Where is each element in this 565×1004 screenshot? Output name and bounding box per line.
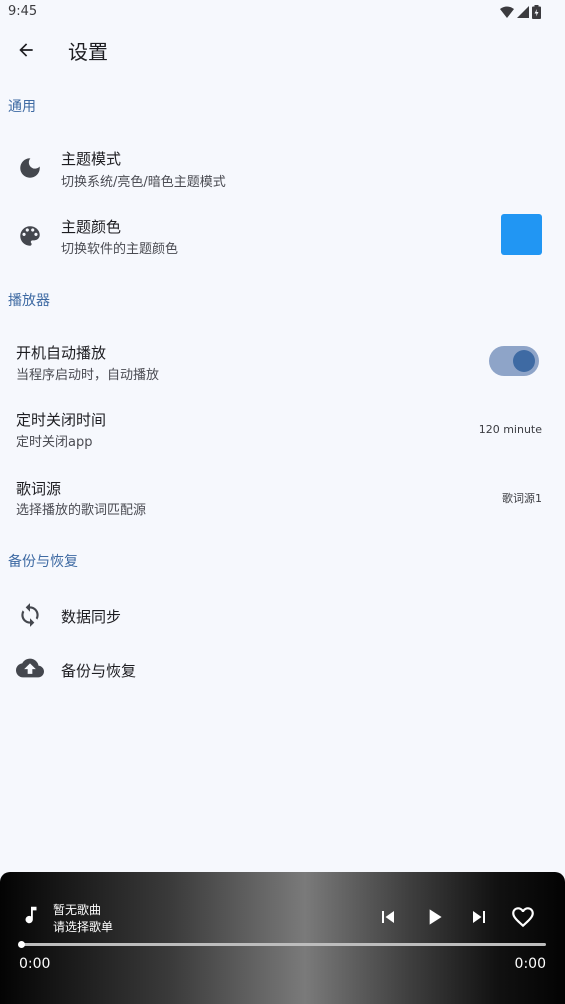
autoplay-toggle[interactable] — [489, 346, 539, 376]
theme-color-subtitle: 切换软件的主题颜色 — [61, 242, 179, 257]
theme-color-swatch[interactable] — [501, 214, 542, 255]
status-time: 9:45 — [8, 4, 38, 19]
favorite-button[interactable] — [510, 904, 536, 930]
palette-icon — [16, 222, 44, 250]
skip-next-icon — [473, 911, 485, 923]
timer-value: 120 minute — [478, 423, 542, 436]
lyrics-source-item[interactable]: 歌词源 选择播放的歌词匹配源 歌词源1 — [0, 468, 565, 524]
timer-title: 定时关闭时间 — [16, 411, 107, 429]
mini-player[interactable]: 暂无歌曲 请选择歌单 0:00 0:00 — [0, 872, 565, 1004]
arrow-back-icon — [19, 43, 33, 57]
backup-restore-title: 备份与恢复 — [61, 662, 137, 680]
page-title: 设置 — [68, 40, 108, 64]
theme-mode-subtitle: 切换系统/亮色/暗色主题模式 — [61, 175, 226, 190]
cloud-upload-icon — [16, 654, 44, 682]
lyrics-source-title: 歌词源 — [16, 480, 62, 498]
wifi-icon — [500, 6, 514, 18]
status-bar: 9:45 — [0, 0, 565, 24]
progress-thumb[interactable] — [18, 941, 25, 948]
timer-subtitle: 定时关闭app — [16, 435, 93, 450]
autoplay-subtitle: 当程序启动时，自动播放 — [16, 368, 160, 383]
app-bar: 设置 — [0, 24, 565, 76]
music-note-icon — [25, 906, 37, 924]
theme-mode-item[interactable]: 主题模式 切换系统/亮色/暗色主题模式 — [0, 138, 565, 198]
play-button[interactable] — [421, 904, 447, 930]
backup-restore-item[interactable]: 备份与恢复 — [0, 646, 565, 692]
settings-screen: 9:45 设置 通用 主题模式 切换系统/亮色/暗色主题模式 主题颜色 切换软件… — [0, 0, 565, 1004]
autoplay-toggle-thumb — [513, 350, 535, 372]
data-sync-title: 数据同步 — [61, 608, 122, 626]
skip-next-button[interactable] — [466, 904, 492, 930]
current-time: 0:00 — [19, 956, 51, 972]
section-header-player: 播放器 — [8, 293, 50, 309]
cell-signal-icon — [517, 6, 529, 18]
play-icon — [429, 909, 442, 925]
skip-previous-button[interactable] — [375, 904, 401, 930]
autoplay-item[interactable]: 开机自动播放 当程序启动时，自动播放 — [0, 332, 565, 390]
moon-icon — [16, 154, 44, 182]
theme-color-title: 主题颜色 — [61, 218, 122, 236]
theme-mode-title: 主题模式 — [61, 150, 122, 168]
battery-icon — [532, 5, 541, 19]
autoplay-title: 开机自动播放 — [16, 344, 107, 362]
skip-previous-icon — [382, 911, 394, 923]
back-button[interactable] — [12, 36, 40, 64]
section-header-general: 通用 — [8, 99, 36, 115]
lyrics-source-subtitle: 选择播放的歌词匹配源 — [16, 503, 147, 518]
data-sync-item[interactable]: 数据同步 — [0, 592, 565, 638]
timer-item[interactable]: 定时关闭时间 定时关闭app 120 minute — [0, 400, 565, 456]
sync-icon — [16, 601, 44, 629]
playlist-hint: 请选择歌单 — [53, 920, 114, 934]
heart-outline-icon — [512, 907, 534, 928]
status-icons — [500, 4, 541, 20]
song-title: 暂无歌曲 — [53, 903, 102, 917]
lyrics-source-value: 歌词源1 — [502, 492, 542, 505]
section-header-backup: 备份与恢复 — [8, 554, 78, 570]
total-time: 0:00 — [514, 956, 546, 972]
progress-track[interactable] — [21, 943, 546, 946]
theme-color-item[interactable]: 主题颜色 切换软件的主题颜色 — [0, 206, 565, 266]
